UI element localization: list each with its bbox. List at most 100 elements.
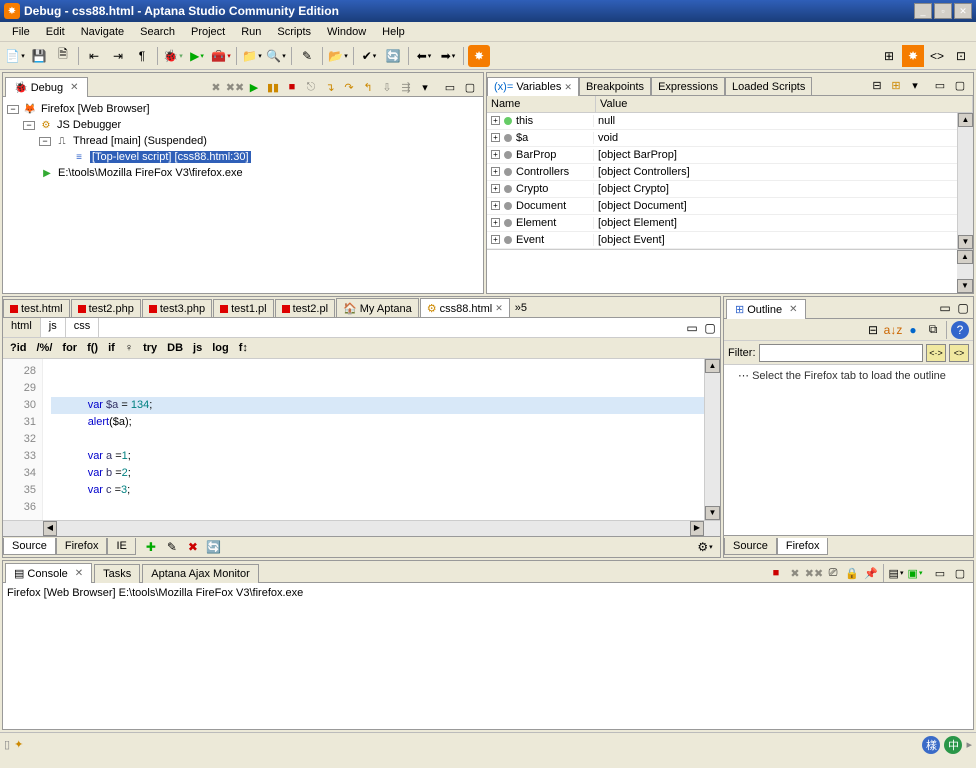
debug-button[interactable]: 🐞 <box>162 45 184 67</box>
menu-scripts[interactable]: Scripts <box>269 24 319 40</box>
outline-split-button[interactable]: ⧉ <box>924 321 942 339</box>
outline-collapse-button[interactable]: ⊟ <box>864 321 882 339</box>
snippet-button[interactable]: ?id <box>7 342 30 354</box>
vars-scrollbar[interactable]: ▲ ▼ <box>957 113 973 249</box>
variables-tab[interactable]: (x)= Variables ✕ <box>487 77 579 96</box>
close-icon[interactable]: ✕ <box>495 303 503 314</box>
folder-button[interactable]: 📁 <box>241 45 263 67</box>
remove-button[interactable]: ✖ <box>207 78 225 96</box>
ajax-monitor-tab[interactable]: Aptana Ajax Monitor <box>142 564 258 583</box>
editor-tab[interactable]: test1.pl <box>213 299 273 318</box>
status-icon-2[interactable]: 中 <box>944 736 962 754</box>
view-menu-button[interactable]: ▾ <box>416 78 434 96</box>
console-lock-button[interactable]: 🔒 <box>843 564 861 582</box>
resume-button[interactable]: ▶ <box>245 78 263 96</box>
sync-button[interactable]: 🔄 <box>205 538 223 556</box>
back-button[interactable]: ⬅ <box>413 45 435 67</box>
close-button[interactable]: ✕ <box>954 3 972 19</box>
suspend-button[interactable]: ▮▮ <box>264 78 282 96</box>
vars-menu-button[interactable]: ▾ <box>906 77 924 95</box>
editor-tab[interactable]: test3.php <box>142 299 212 318</box>
expand-icon[interactable]: + <box>491 133 500 142</box>
variable-row[interactable]: +Crypto[object Crypto] <box>487 181 973 198</box>
add-browser-button[interactable]: ✚ <box>142 538 160 556</box>
sub-tab-html[interactable]: html <box>3 318 41 337</box>
perspective-debug-button[interactable]: ✸ <box>902 45 924 67</box>
code-area[interactable]: var $a = 134; alert($a); var a =1; var b… <box>43 359 704 520</box>
menu-search[interactable]: Search <box>132 24 183 40</box>
menu-run[interactable]: Run <box>233 24 269 40</box>
tree-debugger[interactable]: JS Debugger <box>57 119 121 131</box>
editor-tab[interactable]: test.html <box>3 299 70 318</box>
filter-toggle-button[interactable]: <·> <box>926 344 946 362</box>
step-return-button[interactable]: ↰ <box>359 78 377 96</box>
remove-all-button[interactable]: ✖✖ <box>226 78 244 96</box>
breakpoints-tab[interactable]: Breakpoints <box>579 77 651 96</box>
step-over-button[interactable]: ↷ <box>340 78 358 96</box>
menu-help[interactable]: Help <box>374 24 413 40</box>
outline-help-button[interactable]: ? <box>951 321 969 339</box>
outline-tab-source[interactable]: Source <box>724 538 777 555</box>
snippet-button[interactable]: DB <box>164 342 186 354</box>
loaded-scripts-tab[interactable]: Loaded Scripts <box>725 77 812 96</box>
forward-button[interactable]: ➡ <box>437 45 459 67</box>
console-clear-button[interactable]: ⎚ <box>824 564 842 582</box>
aptana-icon[interactable]: ✸ <box>468 45 490 67</box>
filter-input[interactable] <box>759 344 924 362</box>
console-tab[interactable]: ▤ Console ✕ <box>5 563 92 583</box>
sub-tab-css[interactable]: css <box>66 318 100 337</box>
validate-button[interactable]: ✔ <box>358 45 380 67</box>
pilcrow-button[interactable]: ¶ <box>131 45 153 67</box>
status-icon-1[interactable]: 樣 <box>922 736 940 754</box>
menu-file[interactable]: File <box>4 24 38 40</box>
variable-row[interactable]: +Controllers[object Controllers] <box>487 164 973 181</box>
save-all-button[interactable]: 🗎 <box>52 45 74 67</box>
tasks-tab[interactable]: Tasks <box>94 564 140 583</box>
editor-settings-button[interactable]: ⚙ <box>694 538 716 556</box>
close-icon[interactable]: ✕ <box>75 568 83 579</box>
bottom-tab-firefox[interactable]: Firefox <box>56 538 108 555</box>
expand-icon[interactable]: + <box>491 150 500 159</box>
snippet-button[interactable]: log <box>209 342 232 354</box>
outline-sort-button[interactable]: a↓z <box>884 321 902 339</box>
restore-button[interactable]: ▫ <box>934 3 952 19</box>
menu-navigate[interactable]: Navigate <box>73 24 132 40</box>
vars-min-button[interactable]: ▭ <box>931 77 949 95</box>
new-button[interactable]: 📄 <box>4 45 26 67</box>
minimize-panel-button[interactable]: ▭ <box>441 78 459 96</box>
console-terminate-button[interactable]: ■ <box>767 564 785 582</box>
menu-edit[interactable]: Edit <box>38 24 73 40</box>
snippet-button[interactable]: try <box>140 342 160 354</box>
debug-tab[interactable]: 🐞 Debug ✕ <box>5 77 88 97</box>
editor-min-button[interactable]: ▭ <box>684 320 700 336</box>
expressions-tab[interactable]: Expressions <box>651 77 725 96</box>
variables-body[interactable]: +thisnull+$avoid+BarProp[object BarProp]… <box>487 113 973 249</box>
run-button[interactable]: ▶ <box>186 45 208 67</box>
expand-icon[interactable]: + <box>491 184 500 193</box>
bottom-tab-source[interactable]: Source <box>3 538 56 555</box>
sub-tab-js[interactable]: js <box>41 318 66 337</box>
console-max-button[interactable]: ▢ <box>951 564 969 582</box>
tree-thread[interactable]: Thread [main] (Suspended) <box>73 135 207 147</box>
variable-row[interactable]: +BarProp[object BarProp] <box>487 147 973 164</box>
open-button[interactable]: 📂 <box>327 45 349 67</box>
perspective-open-button[interactable]: ⊞ <box>878 45 900 67</box>
disconnect-button[interactable]: ⎋ <box>302 78 320 96</box>
snippet-button[interactable]: for <box>59 342 80 354</box>
vars-max-button[interactable]: ▢ <box>951 77 969 95</box>
step-filter-button[interactable]: ⇶ <box>397 78 415 96</box>
outline-hide-button[interactable]: ● <box>904 321 922 339</box>
variable-row[interactable]: +Event[object Event] <box>487 232 973 249</box>
close-icon[interactable]: ✕ <box>789 304 797 315</box>
indent-left-button[interactable]: ⇤ <box>83 45 105 67</box>
console-body[interactable]: Firefox [Web Browser] E:\tools\Mozilla F… <box>3 583 973 729</box>
code-scrollbar-h[interactable]: ◀ ▶ <box>3 520 720 535</box>
remove-browser-button[interactable]: ✖ <box>184 538 202 556</box>
wand-button[interactable]: ✎ <box>296 45 318 67</box>
outline-tab-firefox[interactable]: Firefox <box>777 538 829 555</box>
menu-project[interactable]: Project <box>183 24 233 40</box>
debug-tree[interactable]: −🦊Firefox [Web Browser] −⚙JS Debugger −⎍… <box>3 97 483 293</box>
expand-icon[interactable]: + <box>491 167 500 176</box>
outline-max-button[interactable]: ▢ <box>955 300 971 316</box>
editor-max-button[interactable]: ▢ <box>702 320 718 336</box>
